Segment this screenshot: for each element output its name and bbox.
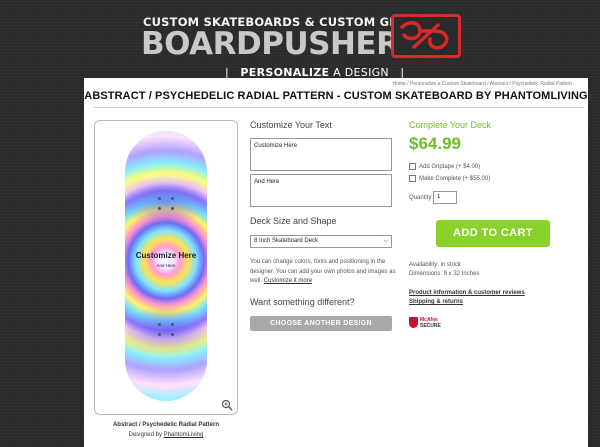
bolt-icon <box>158 197 161 200</box>
designed-by-label: Designed by <box>128 432 162 438</box>
logo-icon[interactable] <box>391 14 461 58</box>
bolt-icon <box>158 333 161 336</box>
mcafee-secure-badge[interactable]: McAfee SECURE <box>409 313 449 332</box>
deck-size-heading: Deck Size and Shape <box>250 216 337 226</box>
designer-link[interactable]: PhantomLiving <box>164 432 204 438</box>
deck-preview[interactable]: Customize Here And Here <box>94 120 238 415</box>
bolt-icon <box>171 333 174 336</box>
bolt-icon <box>171 207 174 210</box>
customize-more-link[interactable]: Customize it more <box>264 278 312 284</box>
price: $64.99 <box>409 134 461 153</box>
bolt-icon <box>158 207 161 210</box>
site-logo-text[interactable]: BOARDPUSHER <box>141 26 400 62</box>
choose-another-design-button[interactable]: CHOOSE ANOTHER DESIGN <box>250 316 392 331</box>
site-header: CUSTOM SKATEBOARDS & CUSTOM GRIPTAPE BOA… <box>0 0 600 80</box>
add-to-cart-button[interactable]: ADD TO CART <box>436 220 550 247</box>
bolt-icon <box>158 323 161 326</box>
bolt-icon <box>171 323 174 326</box>
zoom-icon[interactable] <box>221 398 233 411</box>
deck-text-line2[interactable]: And Here <box>125 263 207 268</box>
shield-icon <box>409 317 418 328</box>
availability-info: Availability: in stock Dimensions: 8 x 3… <box>409 261 479 279</box>
complete-option[interactable]: Make Complete (+ $55.00) <box>409 175 490 182</box>
page-title: ABSTRACT / PSYCHEDELIC RADIAL PATTERN - … <box>84 90 588 102</box>
deck-size-select[interactable]: 8 Inch Skateboard Deck ⌵ <box>250 235 392 248</box>
deck-size-selected: 8 Inch Skateboard Deck <box>254 238 319 244</box>
text-line1-field[interactable]: Customize Here <box>250 138 392 171</box>
chevron-down-icon: ⌵ <box>383 238 388 244</box>
complete-label: Make Complete (+ $55.00) <box>419 175 491 182</box>
bolt-icon <box>171 197 174 200</box>
title-divider <box>94 107 584 108</box>
different-heading: Want something different? <box>250 297 355 307</box>
availability-text: Availability: in stock <box>409 262 461 268</box>
quantity-input[interactable]: 1 <box>433 191 457 204</box>
designer-help-text: You can change colors, fonts and positio… <box>250 258 400 287</box>
griptape-checkbox[interactable] <box>409 163 416 170</box>
griptape-label: Add Griptape (+ $4.00) <box>419 163 481 170</box>
design-caption: Abstract / Psychedelic Radial Pattern <box>112 422 220 428</box>
quantity-label: Quantity: <box>409 195 434 201</box>
product-info-link[interactable]: Product information & customer reviews <box>409 290 525 296</box>
mcafee-brand: McAfee <box>420 316 438 323</box>
product-panel: Home / Personalize a Custom Skateboard /… <box>84 78 588 447</box>
skateboard-deck-image[interactable]: Customize Here And Here <box>125 131 207 401</box>
griptape-option[interactable]: Add Griptape (+ $4.00) <box>409 163 480 170</box>
mcafee-badge-text: McAfee SECURE <box>420 317 441 329</box>
complete-deck-heading: Complete Your Deck <box>409 120 492 130</box>
mcafee-secure-label: SECURE <box>420 322 441 329</box>
deck-text-line1[interactable]: Customize Here <box>125 251 207 260</box>
customize-heading: Customize Your Text <box>250 120 332 130</box>
breadcrumb[interactable]: Home / Personalize a Custom Skateboard /… <box>392 81 572 87</box>
designer-credit: Designed by PhantomLiving <box>94 432 238 438</box>
text-line2-field[interactable]: And Here <box>250 174 392 207</box>
complete-checkbox[interactable] <box>409 175 416 182</box>
shipping-returns-link[interactable]: Shipping & returns <box>409 299 463 305</box>
dimensions-text: Dimensions: 8 x 32 Inches <box>409 271 480 277</box>
